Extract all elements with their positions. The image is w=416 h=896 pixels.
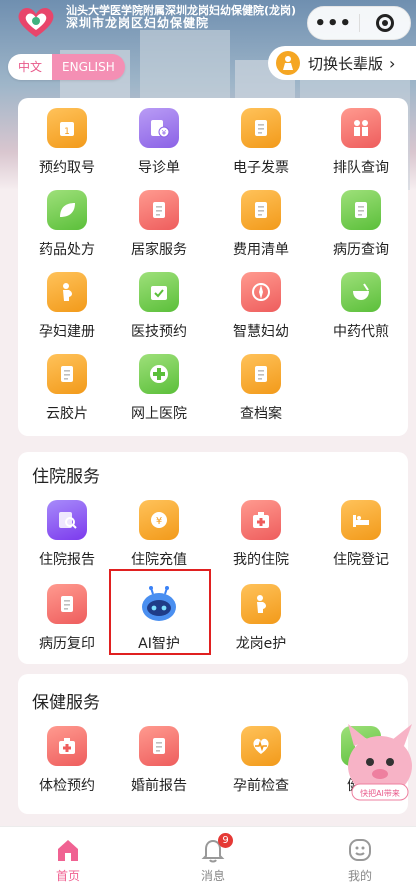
ai-highlight-box <box>109 569 211 655</box>
service-label: 药品处方 <box>39 242 95 258</box>
service-label: 孕妇建册 <box>39 324 95 340</box>
service-label: 病历查询 <box>333 242 389 258</box>
nav-home[interactable]: 首页 <box>38 837 98 884</box>
smile-icon <box>349 839 371 861</box>
service-item[interactable]: 1 预约取号 <box>20 108 114 184</box>
service-label: 查档案 <box>240 406 282 422</box>
marriage-report-icon <box>139 726 179 766</box>
elder-icon <box>276 51 300 75</box>
service-label: 导诊单 <box>138 160 180 176</box>
bill-icon: ¥ <box>139 108 179 148</box>
service-label: 电子发票 <box>233 160 289 176</box>
medkit-icon <box>241 500 281 540</box>
invoice-icon <box>241 108 281 148</box>
service-item[interactable]: 病历复印 <box>20 584 114 660</box>
mascot-icon[interactable]: 快把AI带来 <box>342 716 416 808</box>
service-label: 住院报告 <box>39 552 95 568</box>
service-item[interactable]: 医技预约 <box>112 272 206 348</box>
compass-icon <box>241 272 281 312</box>
yen-icon: ¥ <box>139 500 179 540</box>
service-label: 网上医院 <box>131 406 187 422</box>
leaf-icon <box>47 190 87 230</box>
nurse-icon <box>241 584 281 624</box>
service-item[interactable]: 智慧妇幼 <box>214 272 308 348</box>
service-item[interactable]: 住院登记 <box>314 500 408 576</box>
service-label: 病历复印 <box>39 636 95 652</box>
service-item[interactable]: ¥ 住院充值 <box>112 500 206 576</box>
copy-icon <box>47 584 87 624</box>
service-item[interactable]: 婚前报告 <box>112 726 206 802</box>
hospital-logo-icon <box>18 8 54 37</box>
bottom-nav: 首页 9 消息 我的 <box>0 826 416 896</box>
report-search-icon <box>47 500 87 540</box>
service-label: 云胶片 <box>46 406 88 422</box>
svg-text:1: 1 <box>64 127 70 137</box>
service-label: 居家服务 <box>131 242 187 258</box>
service-item[interactable]: 药品处方 <box>20 190 114 266</box>
svg-text:¥: ¥ <box>162 129 167 137</box>
inpatient-title: 住院服务 <box>32 467 100 487</box>
service-item[interactable]: 我的住院 <box>214 500 308 576</box>
service-item[interactable]: 中药代煎 <box>314 272 408 348</box>
record-icon <box>341 190 381 230</box>
messages-badge: 9 <box>218 833 233 848</box>
service-item[interactable]: 居家服务 <box>112 190 206 266</box>
pregnant-icon <box>47 272 87 312</box>
service-item[interactable]: ¥ 导诊单 <box>112 108 206 184</box>
check-calendar-icon <box>139 272 179 312</box>
language-switch: 中文 ENGLISH <box>8 54 125 80</box>
nav-messages[interactable]: 9 消息 <box>183 833 243 884</box>
mascot-text: 快把AI带来 <box>360 788 400 798</box>
service-label: 体检预约 <box>39 778 95 794</box>
archive-icon <box>241 354 281 394</box>
service-label: 费用清单 <box>233 242 289 258</box>
home-icon <box>58 840 78 861</box>
heartbeat-icon <box>241 726 281 766</box>
service-label: 智慧妇幼 <box>233 324 289 340</box>
service-label: 孕前检查 <box>233 778 289 794</box>
service-label: 住院登记 <box>333 552 389 568</box>
service-label: 医技预约 <box>131 324 187 340</box>
health-title: 保健服务 <box>32 693 100 713</box>
bed-icon <box>341 500 381 540</box>
calendar-icon: 1 <box>47 108 87 148</box>
nav-mine[interactable]: 我的 <box>330 837 390 884</box>
service-label: 我的住院 <box>233 552 289 568</box>
lang-en-button[interactable]: ENGLISH <box>52 54 125 80</box>
service-label: 婚前报告 <box>131 778 187 794</box>
switch-elder-mode-button[interactable]: 切换长辈版 › <box>268 46 416 80</box>
film-icon <box>47 354 87 394</box>
list-icon <box>241 190 281 230</box>
service-item[interactable]: 云胶片 <box>20 354 114 430</box>
bowl-icon <box>341 272 381 312</box>
service-item[interactable]: 龙岗e护 <box>214 584 308 660</box>
mini-program-capsule: ••• <box>307 6 411 40</box>
service-item[interactable]: 病历查询 <box>314 190 408 266</box>
service-item[interactable]: 孕妇建册 <box>20 272 114 348</box>
service-item[interactable]: 孕前检查 <box>214 726 308 802</box>
home-service-icon <box>139 190 179 230</box>
more-icon[interactable]: ••• <box>308 13 359 34</box>
hospital-name: 汕头大学医学院附属深圳龙岗妇幼保健院(龙岗) 深圳市龙岗区妇幼保健院 <box>66 4 297 30</box>
service-item[interactable]: 排队查询 <box>314 108 408 184</box>
service-label: 中药代煎 <box>333 324 389 340</box>
queue-icon <box>341 108 381 148</box>
chevron-right-icon: › <box>389 53 396 73</box>
switch-elder-label: 切换长辈版 <box>308 54 384 73</box>
service-label: 预约取号 <box>39 160 95 176</box>
service-label: 龙岗e护 <box>235 636 287 652</box>
service-item[interactable]: 电子发票 <box>214 108 308 184</box>
svg-text:¥: ¥ <box>156 516 162 527</box>
service-item[interactable]: 住院报告 <box>20 500 114 576</box>
service-label: 排队查询 <box>333 160 389 176</box>
service-item[interactable]: 体检预约 <box>20 726 114 802</box>
lang-zh-button[interactable]: 中文 <box>8 54 53 80</box>
service-item[interactable]: 查档案 <box>214 354 308 430</box>
cross-icon <box>139 354 179 394</box>
service-item[interactable]: 网上医院 <box>112 354 206 430</box>
service-item[interactable]: 费用清单 <box>214 190 308 266</box>
service-label: 住院充值 <box>131 552 187 568</box>
close-target-icon[interactable] <box>359 14 410 32</box>
medkit-icon <box>47 726 87 766</box>
